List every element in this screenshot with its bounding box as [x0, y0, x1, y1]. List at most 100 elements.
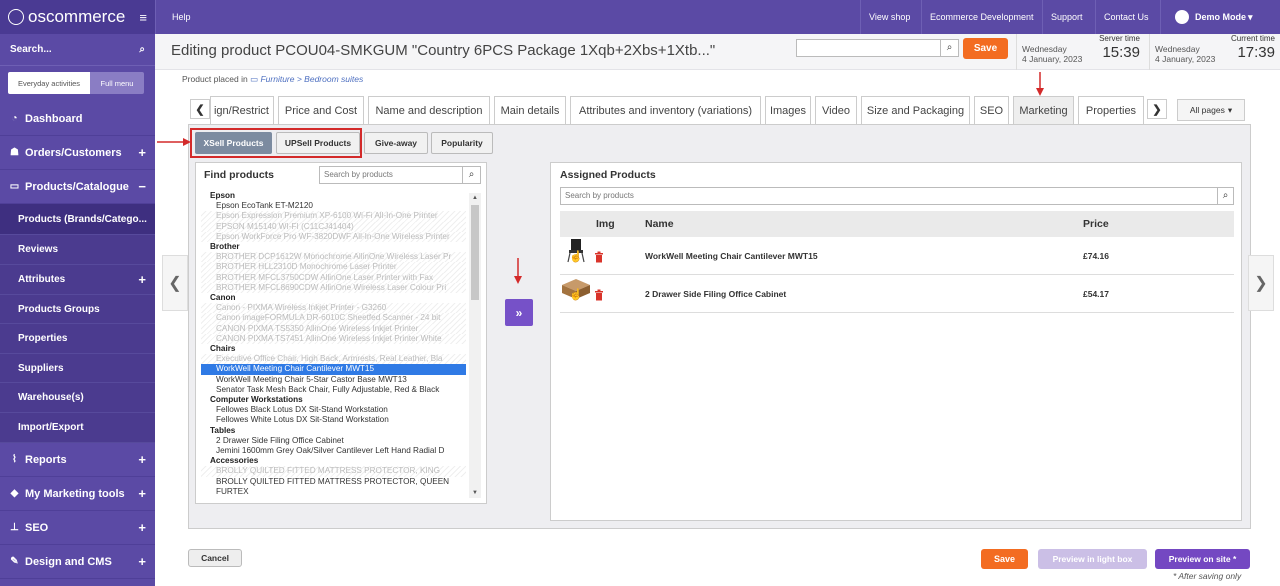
view-shop-link[interactable]: View shop [860, 0, 918, 34]
tab-attributes-inventory[interactable]: Attributes and inventory (variations) [570, 96, 761, 125]
expand-plus-icon[interactable]: + [138, 272, 146, 287]
search-icon[interactable]: ⌕ [139, 44, 145, 55]
preview-light-box-button[interactable]: Preview in light box [1038, 549, 1147, 569]
subtab-popularity[interactable]: Popularity [431, 132, 493, 154]
tab-main-details[interactable]: Main details [494, 96, 566, 125]
tabs-prev-arrow[interactable]: ❮ [190, 99, 210, 119]
list-item[interactable]: Canon - PIXMA Wireless Inkjet Printer - … [201, 303, 466, 314]
scroll-down-arrow-icon[interactable]: ▼ [472, 490, 478, 496]
find-products-search-input[interactable]: Search by products ⌕ [319, 166, 481, 184]
sidebar-item-design-cms[interactable]: ✎ Design and CMS + [0, 545, 155, 579]
tab-marketing[interactable]: Marketing [1013, 96, 1074, 125]
sidebar-sub-import-export[interactable]: Import/Export [0, 413, 155, 443]
list-item[interactable]: Fellowes Black Lotus DX Sit-Stand Workst… [201, 405, 466, 415]
tab-size-packaging[interactable]: Size and Packaging [861, 96, 970, 125]
sidebar-sub-warehouses[interactable]: Warehouse(s) [0, 383, 155, 413]
list-item[interactable]: Executive Office Chair, High Back, Armre… [201, 354, 466, 365]
help-link[interactable]: Help [164, 0, 199, 34]
prev-product-arrow[interactable]: ❮ [162, 255, 188, 311]
expand-plus-icon[interactable]: + [138, 520, 146, 535]
expand-plus-icon[interactable]: + [138, 554, 146, 569]
sidebar-item-dashboard[interactable]: ◔ Dashboard [0, 102, 155, 136]
list-item[interactable]: BROTHER HLL2310D Monochrome Laser Printe… [201, 262, 466, 273]
cancel-button[interactable]: Cancel [188, 549, 242, 567]
list-item[interactable]: Jemini 1600mm Grey Oak/Silver Cantilever… [201, 446, 466, 456]
sidebar-sub-products-groups[interactable]: Products Groups [0, 295, 155, 324]
preview-on-site-button[interactable]: Preview on site * [1155, 549, 1250, 569]
tab-name-description[interactable]: Name and description [368, 96, 490, 125]
tab-price-cost[interactable]: Price and Cost [278, 96, 364, 125]
search-icon[interactable]: ⌕ [940, 40, 958, 56]
sidebar-sub-reviews[interactable]: Reviews [0, 235, 155, 265]
tab-everyday-activities[interactable]: Everyday activities [8, 72, 90, 94]
tabs-next-arrow[interactable]: ❯ [1147, 99, 1167, 119]
drag-handle-icon[interactable]: ☝ [569, 250, 583, 263]
collapse-minus-icon[interactable]: − [138, 179, 146, 194]
sidebar-item-products-catalogue[interactable]: ▭ Products/Catalogue − [0, 170, 155, 204]
list-item[interactable]: BROTHER MFCL3750CDW AllinOne Laser Print… [201, 272, 466, 283]
list-item[interactable]: BROTHER DCP1612W Monochrome AllinOne Wir… [201, 252, 466, 263]
sidebar-item-seo[interactable]: ⊥ SEO + [0, 511, 155, 545]
table-row: ☝ 2 Drawer Side Filing Office Cabinet £5… [560, 275, 1234, 313]
tab-full-menu[interactable]: Full menu [90, 72, 144, 94]
trash-icon[interactable] [594, 289, 604, 301]
sidebar-item-reports[interactable]: ⌇ Reports + [0, 443, 155, 477]
scrollbar-thumb[interactable] [471, 205, 479, 300]
list-item[interactable]: WorkWell Meeting Chair Cantilever MWT15 [201, 364, 466, 375]
footer-save-button[interactable]: Save [981, 549, 1028, 569]
sidebar-sub-suppliers[interactable]: Suppliers [0, 354, 155, 383]
search-icon[interactable]: ⌕ [1217, 188, 1233, 204]
expand-plus-icon[interactable]: + [138, 452, 146, 467]
subtab-give-away[interactable]: Give-away [364, 132, 428, 154]
tab-design-restrict[interactable]: ign/Restrict [210, 96, 274, 125]
drag-handle-icon[interactable]: ☝ [569, 288, 583, 301]
list-item[interactable]: Senator Task Mesh Back Chair, Fully Adju… [201, 385, 466, 395]
list-item[interactable]: BROLLY QUILTED FITTED MATTRESS PROTECTOR… [201, 466, 466, 477]
list-item[interactable]: CANON PIXMA TS5350 AllinOne Wireless Ink… [201, 323, 466, 334]
header-search-input[interactable]: ⌕ [796, 39, 959, 57]
hamburger-menu-icon[interactable]: ≡ [139, 10, 147, 25]
list-item[interactable]: Canon imageFORMULA DR-6010C Sheetfed Sca… [201, 313, 466, 324]
scroll-up-arrow-icon[interactable]: ▲ [472, 195, 478, 201]
sidebar-search[interactable]: Search... ⌕ [0, 34, 155, 66]
assign-products-button[interactable]: » [505, 299, 533, 326]
sidebar-item-marketing-tools[interactable]: ◆ My Marketing tools + [0, 477, 155, 511]
category-group: Tables [210, 425, 236, 435]
logo[interactable]: oscommerce ≡ [0, 0, 155, 34]
expand-plus-icon[interactable]: + [138, 486, 146, 501]
list-item[interactable]: Fellowes White Lotus DX Sit-Stand Workst… [201, 415, 466, 425]
list-item[interactable]: BROTHER MFCL8690CDW AllinOne Wireless La… [201, 282, 466, 293]
user-menu[interactable]: Demo Mode ▾ [1160, 0, 1280, 34]
list-item[interactable]: BROLLY QUILTED FITTED MATTRESS PROTECTOR… [201, 477, 466, 487]
assigned-products-search-input[interactable]: Search by products ⌕ [560, 187, 1234, 205]
product-tree-list[interactable]: Epson Epson EcoTank ET-M2120 Epson Express… [201, 191, 468, 499]
list-item[interactable]: Epson Expression Premium XP-6100 Wi-Fi A… [201, 211, 466, 222]
all-pages-dropdown[interactable]: All pages ▾ [1177, 99, 1245, 121]
search-icon[interactable]: ⌕ [462, 167, 480, 183]
current-time-date: Wednesday 4 January, 2023 [1155, 44, 1215, 64]
list-item[interactable]: CANON PIXMA TS7451 AllinOne Wireless Ink… [201, 333, 466, 344]
tab-properties[interactable]: Properties [1078, 96, 1144, 125]
list-item[interactable]: Epson WorkForce Pro WF-3820DWF All-In-On… [201, 231, 466, 242]
list-item[interactable]: Epson EcoTank ET-M2120 [201, 201, 466, 211]
contact-us-link[interactable]: Contact Us [1095, 0, 1157, 34]
sidebar-sub-properties[interactable]: Properties [0, 324, 155, 354]
next-product-arrow[interactable]: ❯ [1248, 255, 1274, 311]
tab-seo[interactable]: SEO [974, 96, 1009, 125]
tab-video[interactable]: Video [815, 96, 857, 125]
expand-plus-icon[interactable]: + [138, 145, 146, 160]
ecommerce-development-link[interactable]: Ecommerce Development [921, 0, 1042, 34]
sidebar-sub-attributes[interactable]: Attributes + [0, 265, 155, 295]
breadcrumb-path[interactable]: Furniture > Bedroom suites [260, 74, 363, 84]
sidebar-sub-products[interactable]: Products (Brands/Catego... [0, 204, 155, 235]
list-item[interactable]: WorkWell Meeting Chair 5-Star Castor Bas… [201, 375, 466, 385]
tab-images[interactable]: Images [765, 96, 811, 125]
list-item[interactable]: 2 Drawer Side Filing Office Cabinet [201, 436, 466, 446]
sidebar-item-orders-customers[interactable]: ☗ Orders/Customers + [0, 136, 155, 170]
list-scrollbar[interactable]: ▲ ▼ [469, 193, 481, 498]
support-link[interactable]: Support [1042, 0, 1091, 34]
trash-icon[interactable] [594, 251, 604, 263]
list-item[interactable]: EPSON M15140 WI-FI (C11CJ41404) [201, 221, 466, 232]
save-button[interactable]: Save [963, 38, 1008, 59]
list-item[interactable]: FURTEX [201, 487, 466, 497]
